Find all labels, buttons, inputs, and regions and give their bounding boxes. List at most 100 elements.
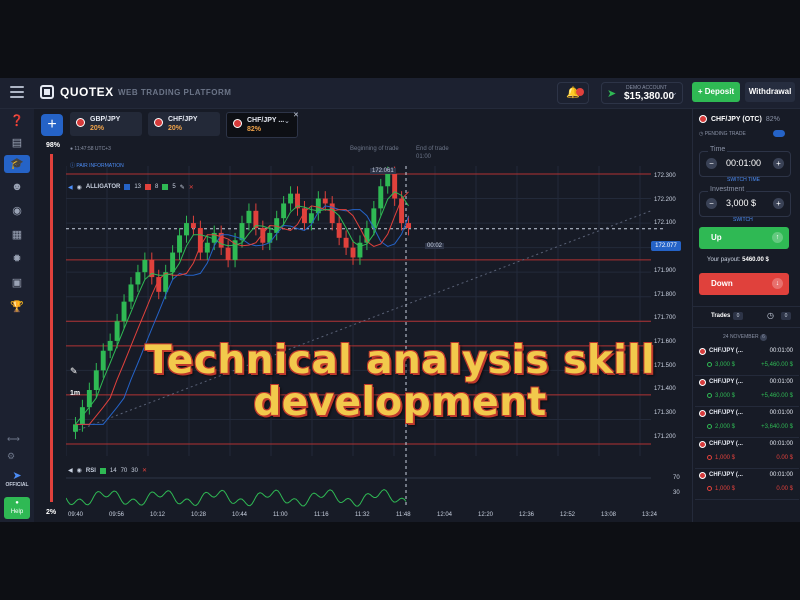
- time-axis-label: 11:16: [314, 512, 329, 518]
- asset-tab-active[interactable]: CHF/JPY ... 82% ⌄ ✕: [226, 111, 299, 138]
- chart-canvas[interactable]: [66, 166, 692, 508]
- education-icon[interactable]: 🎓: [4, 155, 30, 173]
- candle: [281, 203, 287, 219]
- swatch-blue: [124, 184, 131, 190]
- close-icon[interactable]: ✕: [293, 111, 299, 119]
- pencil-icon[interactable]: ✎: [180, 184, 185, 191]
- status-icon: [707, 455, 712, 460]
- time-axis-label: 09:56: [109, 512, 125, 518]
- account-selector[interactable]: ➤ DEMO ACCOUNT $15,380.00 ⌄: [601, 82, 683, 104]
- investment-field[interactable]: Investment − 3,000 $ +: [699, 186, 791, 217]
- asset-tab[interactable]: GBP/JPY 20%: [70, 112, 142, 136]
- price-axis-label: 171.900: [654, 267, 676, 274]
- rsi-line: [66, 489, 407, 507]
- close-icon[interactable]: ✕: [189, 184, 194, 191]
- investment-minus-button[interactable]: −: [706, 198, 717, 209]
- indicator-name: ALLIGATOR: [85, 184, 121, 190]
- market-icon[interactable]: ◉: [8, 203, 26, 219]
- candle: [142, 259, 148, 273]
- add-asset-button[interactable]: +: [41, 114, 63, 136]
- candle: [378, 186, 384, 209]
- switch-time-link[interactable]: SWITCH TIME: [727, 177, 760, 183]
- time-axis-label: 11:48: [396, 512, 411, 518]
- trophy-icon[interactable]: 🏆: [8, 299, 26, 315]
- investment-plus-button[interactable]: +: [773, 198, 784, 209]
- price-axis-label: 171.200: [654, 433, 676, 440]
- flag-icon: [699, 472, 706, 479]
- time-minus-button[interactable]: −: [706, 158, 717, 169]
- flag-icon: [76, 118, 85, 127]
- trades-date: 24 NOVEMBER 6: [723, 334, 767, 341]
- trade-row[interactable]: CHF/JPY (... 00:01:00 1,000 $0.00 $: [695, 469, 799, 500]
- price-axis-label: 171.700: [654, 315, 676, 322]
- scale-top-percent: 98%: [46, 142, 61, 149]
- up-button[interactable]: Up ↑: [699, 227, 789, 249]
- notification-badge: [576, 88, 584, 96]
- quotex-logo-icon: [40, 85, 54, 99]
- help-circle-icon[interactable]: ❓: [8, 113, 26, 129]
- deposit-button[interactable]: + Deposit: [692, 82, 740, 102]
- signals-icon[interactable]: ✹: [8, 251, 26, 267]
- sentiment-bar: [50, 154, 53, 502]
- time-field[interactable]: Time − 00:01:00 +: [699, 146, 791, 177]
- price-chart[interactable]: [66, 166, 692, 508]
- logo[interactable]: QUOTEX: [40, 85, 114, 99]
- time-axis-label: 12:36: [519, 512, 535, 518]
- trade-row[interactable]: CHF/JPY (... 00:01:00 3,000 $ +5,460.00 $: [695, 376, 799, 407]
- flag-icon: [699, 410, 706, 417]
- rewards-icon[interactable]: ▣: [8, 275, 26, 291]
- status-icon: [707, 424, 712, 429]
- down-button[interactable]: Down ↓: [699, 273, 789, 295]
- fullscreen-icon[interactable]: ⟷: [7, 434, 20, 445]
- help-button[interactable]: ● Help: [4, 497, 30, 519]
- collapse-icon[interactable]: ◀: [68, 467, 73, 474]
- pending-trade-label: ◷ PENDING TRADE: [699, 131, 746, 137]
- clock: ● 11:47:58 UTC+3: [70, 146, 111, 152]
- price-tooltip: 172.061: [370, 168, 396, 174]
- candle: [239, 223, 245, 241]
- trades-tab[interactable]: Trades: [711, 313, 730, 319]
- candle: [336, 223, 342, 238]
- scale-bottom-percent: 2%: [46, 509, 57, 516]
- trade-row[interactable]: CHF/JPY (... 00:01:00 1,000 $0.00 $: [695, 438, 799, 469]
- status-icon: [707, 486, 712, 491]
- candle: [288, 193, 294, 204]
- menu-icon[interactable]: [10, 86, 24, 98]
- price-axis-label: 172.100: [654, 220, 676, 227]
- candle: [322, 198, 328, 204]
- chevron-down-icon[interactable]: ⌄: [284, 117, 290, 125]
- time-axis-label: 09:40: [68, 512, 84, 518]
- flag-icon: [699, 348, 706, 355]
- candle: [93, 370, 99, 390]
- pending-trade-toggle[interactable]: [773, 130, 785, 137]
- eye-icon[interactable]: ◉: [77, 184, 82, 191]
- clock-icon[interactable]: ◷: [767, 311, 774, 320]
- asset-tab[interactable]: CHF/JPY 20%: [148, 112, 220, 136]
- tournaments-icon[interactable]: ▦: [8, 227, 26, 243]
- trades-header: Trades 0 ◷ 0: [693, 306, 800, 328]
- close-icon[interactable]: ✕: [142, 467, 147, 474]
- time-plus-button[interactable]: +: [773, 158, 784, 169]
- notifications-button[interactable]: 🔔: [557, 82, 589, 104]
- trade-row[interactable]: CHF/JPY (... 00:01:00 3,000 $ +5,460.00 $: [695, 345, 799, 376]
- trade-row[interactable]: CHF/JPY (... 00:01:00 2,000 $ +3,640.00 $: [695, 407, 799, 438]
- user-icon[interactable]: ☻: [8, 179, 26, 195]
- settings-icon[interactable]: ⚙: [7, 451, 15, 462]
- official-link[interactable]: ➤ OFFICIAL: [4, 469, 30, 488]
- account-balance: $15,380.00: [624, 91, 675, 102]
- swatch-red: [145, 184, 152, 190]
- switch-link[interactable]: SWITCH: [733, 217, 753, 223]
- candle: [73, 424, 78, 432]
- candle: [100, 350, 106, 371]
- collapse-icon[interactable]: ◀: [68, 184, 73, 191]
- swatch-green: [162, 184, 169, 190]
- timeframe-selector[interactable]: 1m: [70, 390, 80, 397]
- candle: [246, 210, 252, 224]
- beginning-of-trade-label: Beginning of trade: [350, 146, 399, 152]
- draw-pencil-icon[interactable]: ✎: [70, 366, 78, 377]
- withdrawal-button[interactable]: Withdrawal: [745, 82, 795, 102]
- eye-icon[interactable]: ◉: [77, 467, 82, 474]
- analytics-icon[interactable]: ▤: [8, 135, 26, 151]
- candle: [190, 223, 196, 228]
- rsi-toolbar: ◀ ◉ RSI 14 70 30 ✕: [68, 467, 147, 474]
